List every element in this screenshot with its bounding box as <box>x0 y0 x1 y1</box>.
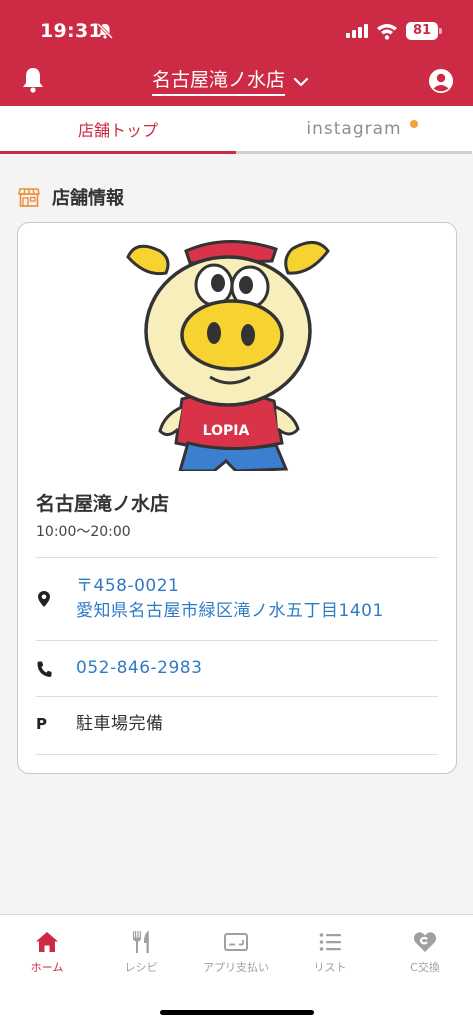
account-icon[interactable] <box>428 68 454 94</box>
home-indicator[interactable] <box>160 1010 314 1015</box>
nav-list[interactable]: リスト <box>283 929 377 989</box>
store-postal-code[interactable]: 〒458-0021 <box>76 574 179 599</box>
store-selector-label: 名古屋滝ノ水店 <box>152 69 286 96</box>
mascot-pig-image: LOPIA <box>126 239 330 471</box>
divider <box>36 696 438 697</box>
nav-app-payment-label: アプリ支払い <box>203 961 269 974</box>
nav-app-payment[interactable]: アプリ支払い <box>189 929 283 989</box>
bottom-nav: ホーム レシピ アプリ支払い リスト C交換 <box>0 914 473 1024</box>
nav-list-label: リスト <box>313 961 347 974</box>
store-selector[interactable]: 名古屋滝ノ水店 <box>152 66 309 98</box>
battery-level: 81 <box>406 22 438 40</box>
nav-home-label: ホーム <box>30 961 64 974</box>
location-pin-icon <box>38 591 50 607</box>
section-header: 店舗情報 <box>18 182 124 212</box>
store-address[interactable]: 愛知県名古屋市緑区滝ノ水五丁目1401 <box>76 599 384 624</box>
tab-instagram-label: instagram <box>306 118 402 139</box>
battery-indicator: 81 <box>406 22 442 40</box>
store-phone[interactable]: 052-846-2983 <box>76 656 202 681</box>
notification-dot <box>410 120 418 128</box>
address-row[interactable]: 〒458-0021 愛知県名古屋市緑区滝ノ水五丁目1401 <box>36 573 438 625</box>
app-header: 19:31 81 名古屋滝ノ水店 <box>0 0 473 106</box>
divider <box>36 557 438 558</box>
parking-icon: P <box>36 715 47 733</box>
battery-tip <box>439 28 442 34</box>
nav-recipe[interactable]: レシピ <box>94 929 188 989</box>
tab-store-top[interactable]: 店舗トップ <box>0 106 236 154</box>
chevron-down-icon <box>293 77 309 87</box>
storefront-icon <box>18 188 40 207</box>
payment-card-icon <box>224 933 248 951</box>
nav-home[interactable]: ホーム <box>0 929 94 989</box>
phone-icon <box>37 661 52 677</box>
nav-c-exchange[interactable]: C交換 <box>378 929 472 989</box>
tab-store-top-label: 店舗トップ <box>77 120 158 140</box>
home-icon <box>36 932 58 952</box>
bell-muted-icon <box>96 22 114 40</box>
nav-bar: 名古屋滝ノ水店 <box>0 62 473 102</box>
nav-recipe-label: レシピ <box>124 961 158 974</box>
status-bar: 19:31 81 <box>0 18 473 46</box>
store-parking: 駐車場完備 <box>76 714 164 734</box>
fork-knife-icon <box>133 931 149 953</box>
tab-instagram[interactable]: instagram <box>236 106 472 154</box>
list-icon <box>319 933 341 951</box>
store-info-card: LOPIA 名古屋滝ノ水店 10:00〜20:00 〒458-0021 愛知県名… <box>17 222 457 774</box>
tab-bar: 店舗トップ instagram <box>0 106 473 154</box>
phone-row[interactable]: 052-846-2983 <box>36 656 438 682</box>
heart-exchange-icon <box>413 932 437 952</box>
divider <box>36 754 438 755</box>
status-time: 19:31 <box>40 20 102 42</box>
divider <box>36 640 438 641</box>
store-hours: 10:00〜20:00 <box>36 524 131 540</box>
store-name: 名古屋滝ノ水店 <box>36 493 170 515</box>
mascot-shirt-text: LOPIA <box>203 423 250 439</box>
wifi-icon <box>377 24 397 40</box>
section-title: 店舗情報 <box>52 188 124 209</box>
parking-row: P 駐車場完備 <box>36 712 438 738</box>
nav-c-exchange-label: C交換 <box>410 961 440 974</box>
notification-bell-icon[interactable] <box>20 66 46 94</box>
cellular-signal-icon <box>346 24 368 38</box>
